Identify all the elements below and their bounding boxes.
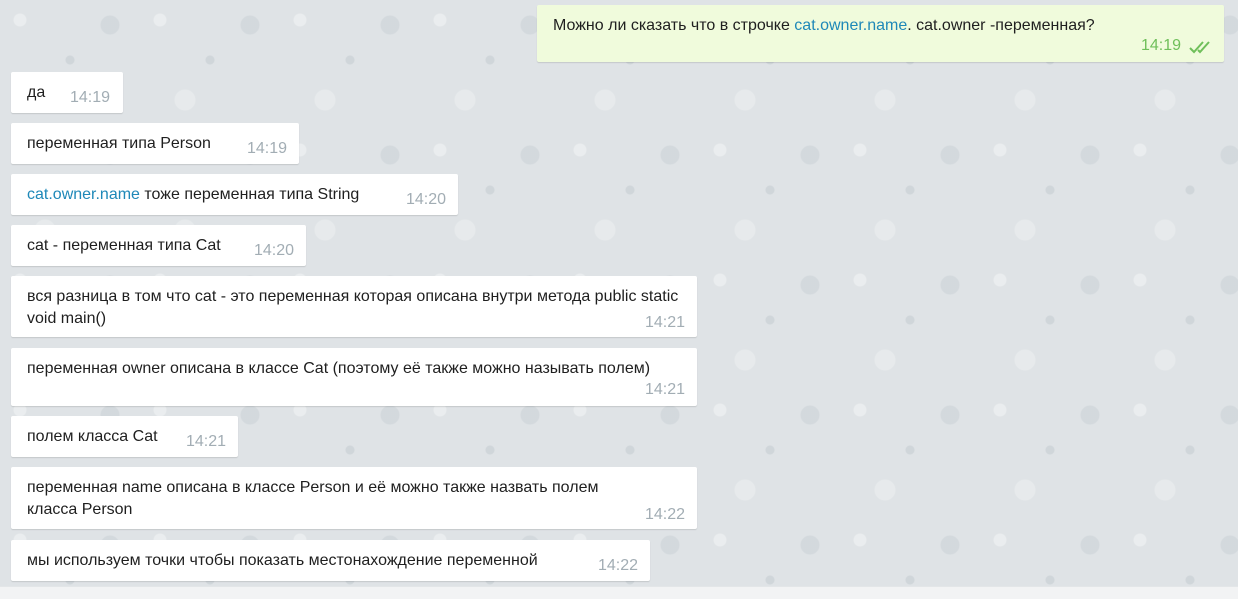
message-time: 14:19: [1141, 37, 1182, 54]
message-text: cat.owner.name тоже переменная типа Stri…: [27, 184, 359, 206]
message-text: Можно ли сказать что в строчке cat.owner…: [553, 15, 1095, 37]
message-time: 14:19: [70, 89, 111, 106]
message-text: мы используем точки чтобы показать место…: [27, 552, 538, 569]
message-link[interactable]: cat.owner.name: [27, 186, 140, 203]
incoming-message[interactable]: мы используем точки чтобы показать место…: [11, 540, 650, 581]
message-text: да: [27, 84, 46, 101]
message-time: 14:19: [247, 140, 288, 157]
message-time: 14:20: [406, 191, 447, 208]
composer-area-edge: [0, 586, 1238, 599]
message-link[interactable]: cat.owner.name: [794, 17, 907, 34]
incoming-message[interactable]: cat.owner.name тоже переменная типа Stri…: [11, 174, 458, 215]
message-time: 14:21: [645, 381, 686, 398]
chat-history[interactable]: Можно ли сказать что в строчке cat.owner…: [0, 0, 1238, 586]
message-text: переменная name описана в классе Person …: [27, 479, 599, 518]
incoming-message[interactable]: переменная owner описана в классе Cat (п…: [11, 348, 697, 406]
message-time: 14:21: [186, 433, 227, 450]
incoming-message[interactable]: переменная типа Person 14:19: [11, 123, 299, 164]
incoming-message[interactable]: cat - переменная типа Cat 14:20: [11, 225, 306, 266]
incoming-message[interactable]: вся разница в том что cat - это переменн…: [11, 276, 697, 337]
message-text-part: Можно ли сказать что в строчке: [553, 17, 795, 34]
message-text: переменная owner описана в классе Cat (п…: [27, 360, 651, 377]
message-time: 14:20: [254, 242, 295, 259]
message-text: cat - переменная типа Cat: [27, 237, 221, 254]
message-time: 14:22: [645, 506, 686, 523]
message-time: 14:21: [645, 314, 686, 331]
message-time: 14:22: [598, 557, 639, 574]
message-text-part: тоже переменная типа String: [139, 186, 360, 203]
double-check-icon: [1189, 41, 1210, 54]
message-text: переменная типа Person: [27, 135, 211, 152]
incoming-message[interactable]: переменная name описана в классе Person …: [11, 467, 697, 529]
incoming-message[interactable]: полем класса Cat 14:21: [11, 416, 238, 457]
message-text-part: . cat.owner -переменная?: [907, 17, 1095, 34]
outgoing-message[interactable]: Можно ли сказать что в строчке cat.owner…: [537, 5, 1224, 62]
message-text: вся разница в том что cat - это переменн…: [27, 288, 679, 327]
incoming-message[interactable]: да 14:19: [11, 72, 123, 113]
message-text: полем класса Cat: [27, 428, 158, 445]
